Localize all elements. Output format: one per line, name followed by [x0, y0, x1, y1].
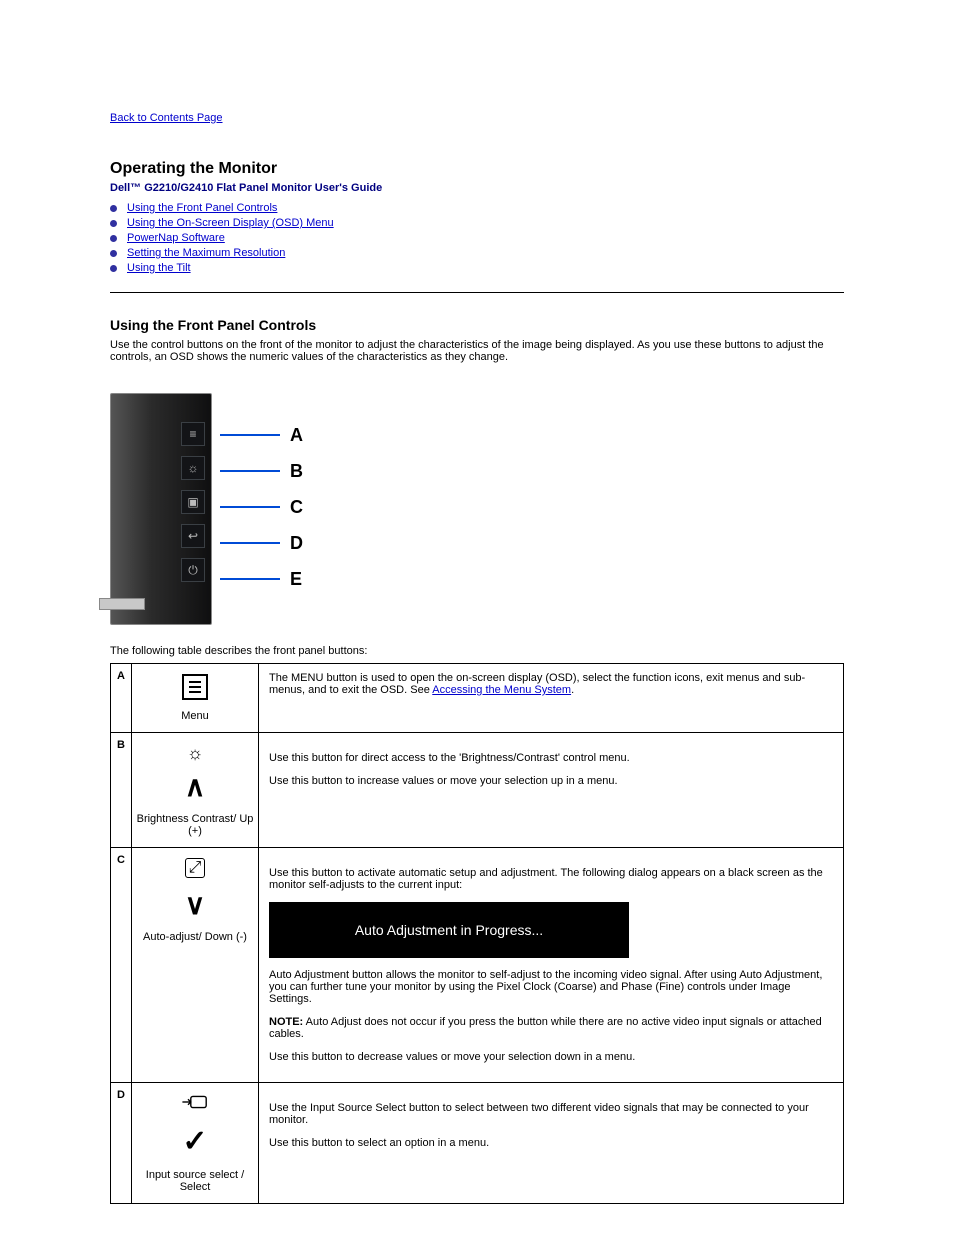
leader-line [220, 542, 280, 544]
leader-line [220, 506, 280, 508]
note-text: Auto Adjust does not occur if you press … [269, 1016, 822, 1040]
panel-letter: E [290, 569, 302, 590]
panel-button-e: ⏻ [181, 558, 205, 582]
row-icon-cell: Menu [132, 664, 259, 733]
icon-label: Input source select / Select [136, 1169, 254, 1193]
toc-link[interactable]: Using the Tilt [127, 262, 191, 274]
bullet-icon [110, 250, 117, 257]
table-row: C ⤢ ∨ Auto-adjust/ Down (-) Use this but… [111, 848, 844, 1083]
check-icon: ✓ [182, 1124, 207, 1159]
toc-link[interactable]: PowerNap Software [127, 232, 225, 244]
menu-icon [182, 674, 208, 700]
front-panel-figure: ≡ ☼ ▣ ↩ ⏻ A B C D E [110, 393, 844, 625]
page-title: Operating the Monitor [110, 160, 844, 178]
row-id: D [111, 1083, 132, 1204]
section-divider [110, 292, 844, 293]
panel-button-b: ☼ [181, 456, 205, 480]
row-desc-text: Use this button to activate automatic se… [269, 867, 833, 891]
toc-link[interactable]: Using the On-Screen Display (OSD) Menu [127, 217, 334, 229]
icon-label: Auto-adjust/ Down (-) [143, 931, 247, 943]
bullet-icon [110, 205, 117, 212]
row-desc-text: Use this button to select an option in a… [269, 1137, 833, 1149]
section-description: Use the control buttons on the front of … [110, 339, 844, 363]
leader-line [220, 470, 280, 472]
row-id: A [111, 664, 132, 733]
panel-letter: A [290, 425, 303, 446]
controls-table: A Menu The MENU button is used to open t… [110, 663, 844, 1204]
row-icon-cell: ✓ Input source select / Select [132, 1083, 259, 1204]
toc-link[interactable]: Using the Front Panel Controls [127, 202, 277, 214]
row-description: Use the Input Source Select button to se… [259, 1083, 844, 1204]
row-desc-tail: . [571, 684, 574, 696]
leader-line [220, 578, 280, 580]
row-description: Use this button for direct access to the… [259, 733, 844, 848]
toc-link[interactable]: Setting the Maximum Resolution [127, 247, 285, 259]
leader-line [220, 434, 280, 436]
table-intro: The following table describes the front … [110, 645, 844, 657]
auto-adjust-banner: Auto Adjustment in Progress... [269, 902, 629, 958]
up-arrow-icon: ∧ [185, 770, 206, 803]
note-label: NOTE: [269, 1016, 303, 1028]
icon-label: Menu [181, 710, 209, 722]
auto-adjust-icon: ⤢ [185, 858, 206, 878]
brightness-icon: ☼ [187, 743, 204, 764]
panel-base [99, 598, 145, 610]
row-description: Use this button to activate automatic se… [259, 848, 844, 1083]
row-icon-cell: ☼ ∧ Brightness Contrast/ Up (+) [132, 733, 259, 848]
toc-list: Using the Front Panel Controls Using the… [110, 202, 844, 274]
panel-letter: B [290, 461, 303, 482]
bullet-icon [110, 220, 117, 227]
row-desc-text: Use the Input Source Select button to se… [269, 1102, 833, 1126]
panel-button-a: ≡ [181, 422, 205, 446]
row-desc-text: Use this button for direct access to the… [269, 752, 833, 764]
row-desc-text: Use this button to decrease values or mo… [269, 1051, 833, 1063]
row-description: The MENU button is used to open the on-s… [259, 664, 844, 733]
row-icon-cell: ⤢ ∨ Auto-adjust/ Down (-) [132, 848, 259, 1083]
icon-label: Brightness Contrast/ Up (+) [136, 813, 254, 837]
row-id: C [111, 848, 132, 1083]
section-heading: Using the Front Panel Controls [110, 317, 844, 333]
row-id: B [111, 733, 132, 848]
panel-letter: C [290, 497, 303, 518]
table-row: A Menu The MENU button is used to open t… [111, 664, 844, 733]
page-subtitle: Dell™ G2210/G2410 Flat Panel Monitor Use… [110, 182, 844, 194]
row-desc-text: Auto Adjustment button allows the monito… [269, 969, 833, 1005]
down-arrow-icon: ∨ [185, 888, 206, 921]
panel-button-d: ↩ [181, 524, 205, 548]
bullet-icon [110, 235, 117, 242]
input-source-icon [181, 1093, 209, 1114]
table-row: D ✓ Input source select / Select Use the… [111, 1083, 844, 1204]
panel-button-c: ▣ [181, 490, 205, 514]
bullet-icon [110, 265, 117, 272]
table-row: B ☼ ∧ Brightness Contrast/ Up (+) Use th… [111, 733, 844, 848]
back-to-contents-link[interactable]: Back to Contents Page [110, 112, 223, 124]
row-desc-text: Use this button to increase values or mo… [269, 775, 833, 787]
panel-letters: A B C D E [220, 393, 303, 597]
panel-letter: D [290, 533, 303, 554]
accessing-menu-system-link[interactable]: Accessing the Menu System [432, 684, 571, 696]
panel-photo: ≡ ☼ ▣ ↩ ⏻ [110, 393, 212, 625]
